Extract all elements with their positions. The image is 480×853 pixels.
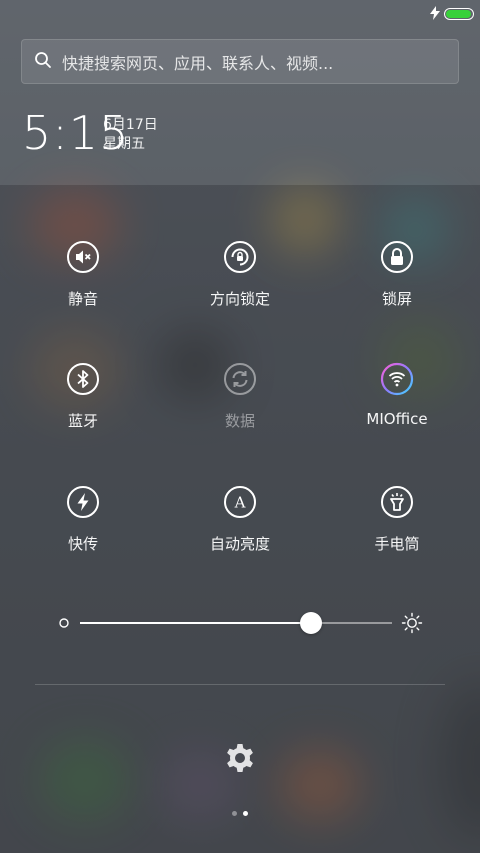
page-dot-active[interactable]	[243, 811, 248, 816]
clock-date-block: 6月17日 星期五	[103, 116, 158, 154]
brightness-track[interactable]	[80, 622, 392, 624]
auto-brightness-icon: A	[224, 486, 256, 518]
divider	[35, 684, 445, 685]
toggle-flashlight[interactable]: 手电筒	[317, 485, 477, 585]
search-bar[interactable]: 快捷搜索网页、应用、联系人、视频...	[21, 39, 459, 84]
toggle-mobile-data[interactable]: 数据	[160, 362, 320, 462]
page-indicator	[0, 811, 480, 816]
toggle-lock-screen[interactable]: 锁屏	[317, 240, 477, 340]
rotation-lock-icon	[224, 241, 256, 273]
clock-weekday: 星期五	[103, 136, 145, 152]
toggle-bluetooth[interactable]: 蓝牙	[3, 362, 163, 462]
toggle-label: MIOffice	[366, 410, 428, 428]
mute-icon	[67, 241, 99, 273]
toggle-mute[interactable]: 静音	[3, 240, 163, 340]
toggle-label: 方向锁定	[209, 290, 270, 308]
toggle-label: 静音	[67, 290, 98, 308]
bluetooth-icon	[67, 363, 99, 395]
toggle-label: 数据	[224, 412, 255, 430]
toggle-label: 快传	[67, 535, 98, 553]
quick-transfer-icon	[67, 486, 99, 518]
toggle-rotation-lock[interactable]: 方向锁定	[160, 240, 320, 340]
brightness-high-icon	[401, 612, 423, 634]
brightness-track-filled	[80, 622, 311, 624]
brightness-slider[interactable]	[0, 605, 480, 641]
gear-icon	[227, 744, 253, 772]
toggle-label: 自动亮度	[209, 535, 270, 553]
charging-icon	[430, 5, 440, 24]
battery-icon	[444, 8, 474, 20]
status-bar	[430, 4, 474, 24]
toggle-auto-brightness[interactable]: A 自动亮度	[160, 485, 320, 585]
page-dot[interactable]	[232, 811, 237, 816]
toggle-label: 锁屏	[381, 290, 412, 308]
search-placeholder: 快捷搜索网页、应用、联系人、视频...	[62, 53, 334, 73]
toggle-label: 手电筒	[374, 535, 420, 553]
brightness-thumb[interactable]	[299, 612, 322, 634]
wifi-icon	[380, 362, 414, 396]
data-sync-icon	[224, 363, 256, 395]
flashlight-icon	[381, 486, 413, 518]
toggle-quick-transfer[interactable]: 快传	[3, 485, 163, 585]
toggle-label: 蓝牙	[67, 412, 98, 430]
brightness-low-icon	[59, 618, 69, 628]
clock-date: 6月17日	[103, 117, 158, 133]
lock-icon	[381, 241, 413, 273]
search-icon	[34, 51, 52, 73]
settings-button[interactable]	[222, 740, 258, 776]
toggle-wifi[interactable]: MIOffice	[317, 362, 477, 462]
svg-text:A: A	[234, 494, 246, 512]
